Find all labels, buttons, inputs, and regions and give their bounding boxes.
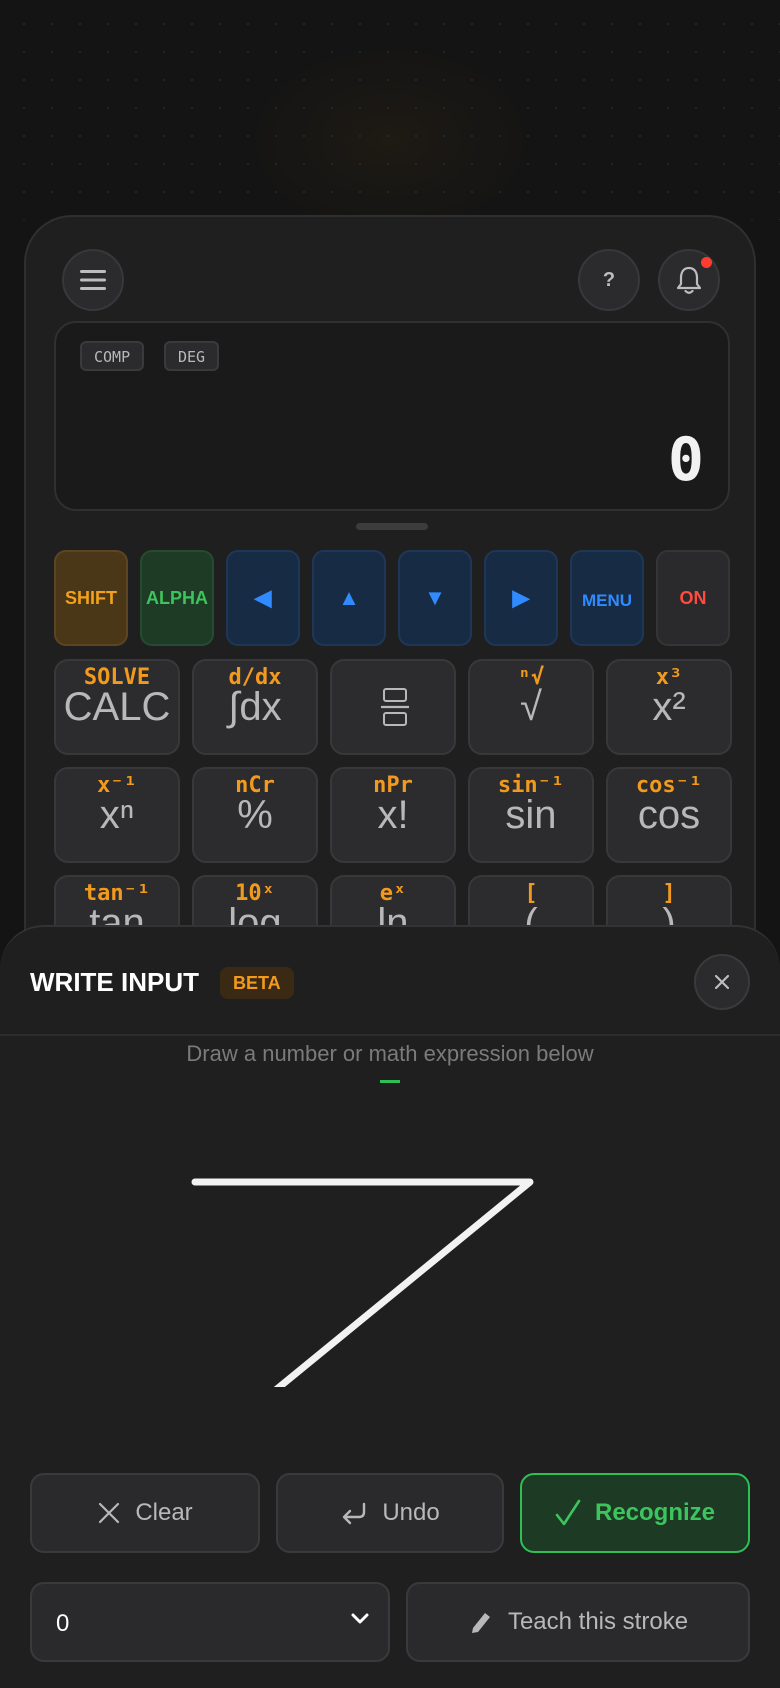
recognize-button[interactable]: Recognize bbox=[520, 1473, 750, 1553]
calculator-display: COMP DEG 0 bbox=[54, 321, 730, 511]
drawn-stroke bbox=[191, 1178, 534, 1387]
draw-hint: Draw a number or math expression below bbox=[186, 1041, 594, 1066]
drawing-canvas[interactable] bbox=[0, 1067, 780, 1387]
arrow-left-key[interactable]: ◀ bbox=[226, 550, 300, 646]
mode-tag-deg: DEG bbox=[164, 341, 220, 371]
fraction-key[interactable] bbox=[330, 659, 456, 755]
notifications-button[interactable] bbox=[658, 249, 720, 311]
clear-button[interactable]: Clear bbox=[30, 1473, 260, 1553]
check-icon bbox=[555, 1499, 581, 1526]
close-button[interactable] bbox=[694, 954, 750, 1010]
teach-stroke-label: Teach this stroke bbox=[507, 1608, 689, 1635]
undo-label: Undo bbox=[382, 1499, 440, 1526]
key-main-label: sin bbox=[505, 793, 557, 837]
clear-label: Clear bbox=[135, 1499, 193, 1526]
hamburger-icon bbox=[80, 270, 106, 290]
menu-key[interactable]: MENU bbox=[570, 550, 644, 646]
power-key[interactable]: x⁻¹ xⁿ bbox=[54, 767, 180, 863]
key-main-label: cos bbox=[637, 793, 701, 837]
key-main-label: x² bbox=[652, 685, 686, 729]
arrow-up-key[interactable]: ▲ bbox=[312, 550, 386, 646]
pencil-icon bbox=[471, 1613, 490, 1633]
help-button[interactable]: ? bbox=[578, 249, 640, 311]
integral-key[interactable]: d/dx ∫dx bbox=[192, 659, 318, 755]
fraction-icon bbox=[381, 688, 409, 726]
label-select[interactable]: 0 bbox=[30, 1582, 390, 1662]
write-input-sheet: WRITE INPUT BETA Draw a number or math e… bbox=[0, 925, 780, 1688]
square-key[interactable]: x³ x² bbox=[606, 659, 732, 755]
key-row-2: x⁻¹ xⁿ nCr% nPr x! sin⁻¹ sin cos⁻¹ cos bbox=[54, 767, 732, 863]
factorial-key[interactable]: nPr x! bbox=[330, 767, 456, 863]
percent-key[interactable]: nCr% bbox=[192, 767, 318, 863]
recognition-preview bbox=[380, 1080, 400, 1083]
chevron-down-icon bbox=[351, 1613, 369, 1624]
key-main-label: % bbox=[237, 793, 273, 837]
beta-badge: BETA bbox=[220, 967, 294, 999]
key-main-label: xⁿ bbox=[99, 793, 135, 837]
calc-key[interactable]: SOLVE CALC bbox=[54, 659, 180, 755]
alpha-key[interactable]: ALPHA bbox=[140, 550, 214, 646]
key-row-1: SOLVE CALC d/dx ∫dx ⁿ√ √ x³ x² bbox=[54, 659, 732, 755]
sin-key[interactable]: sin⁻¹ sin bbox=[468, 767, 594, 863]
key-main-label: CALC bbox=[63, 685, 171, 729]
undo-icon bbox=[343, 1502, 366, 1525]
sheet-divider bbox=[0, 1034, 780, 1036]
background-glow bbox=[240, 40, 540, 240]
sqrt-key[interactable]: ⁿ√ √ bbox=[468, 659, 594, 755]
teach-stroke-button[interactable]: Teach this stroke bbox=[406, 1582, 750, 1662]
key-main-label: √ bbox=[520, 685, 542, 729]
arrow-right-key[interactable]: ▶ bbox=[484, 550, 558, 646]
drag-handle[interactable] bbox=[356, 523, 428, 530]
notification-dot bbox=[701, 257, 712, 268]
display-value: 0 bbox=[667, 425, 704, 495]
recognize-label: Recognize bbox=[594, 1499, 716, 1526]
sheet-title: WRITE INPUT bbox=[30, 967, 199, 997]
function-key-row: SHIFT ALPHA ◀ ▲ ▼ ▶ MENU ON bbox=[54, 550, 730, 646]
undo-button[interactable]: Undo bbox=[276, 1473, 504, 1553]
close-icon bbox=[714, 974, 730, 990]
on-key[interactable]: ON bbox=[656, 550, 730, 646]
arrow-down-key[interactable]: ▼ bbox=[398, 550, 472, 646]
key-main-label: x! bbox=[377, 793, 409, 837]
mode-tag-comp: COMP bbox=[80, 341, 145, 371]
key-main-label: ∫dx bbox=[228, 685, 282, 729]
menu-button[interactable] bbox=[62, 249, 124, 311]
bell-icon bbox=[676, 266, 702, 294]
close-icon bbox=[99, 1502, 120, 1524]
label-select-value: 0 bbox=[56, 1610, 70, 1637]
cos-key[interactable]: cos⁻¹ cos bbox=[606, 767, 732, 863]
shift-key[interactable]: SHIFT bbox=[54, 550, 128, 646]
